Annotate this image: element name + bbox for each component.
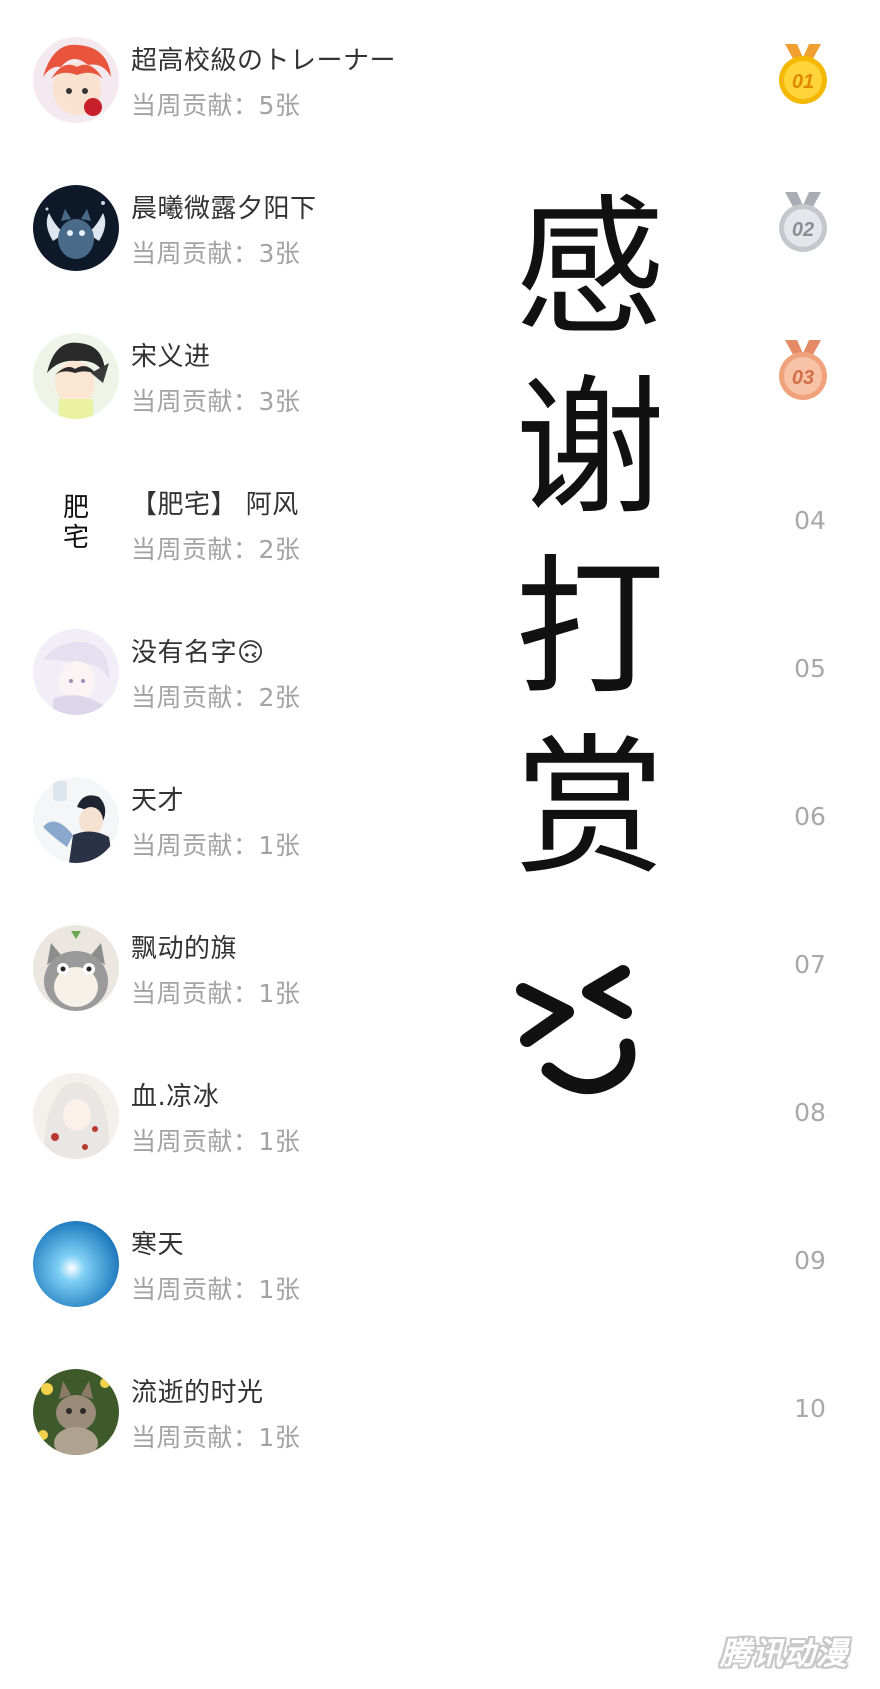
weekly-contribution: 当周贡献：1张 bbox=[131, 1423, 301, 1452]
user-name: 晨曦微露夕阳下 bbox=[131, 194, 317, 224]
calligraphy-char: 感 bbox=[515, 182, 665, 356]
gold-medal-icon: 01 bbox=[775, 44, 831, 112]
weekly-contribution: 当周贡献：1张 bbox=[131, 1275, 301, 1304]
user-name: 血.凉冰 bbox=[131, 1082, 220, 1112]
rank-number: 09 bbox=[794, 1246, 826, 1275]
user-name: 流逝的时光 bbox=[131, 1378, 264, 1408]
avatar[interactable]: 肥宅 bbox=[33, 481, 119, 567]
user-name: 超高校級のトレーナー bbox=[131, 46, 397, 76]
avatar[interactable] bbox=[33, 1221, 119, 1307]
user-name: 没有名字🙃 bbox=[131, 638, 265, 668]
rank-number: 08 bbox=[794, 1098, 826, 1127]
weekly-contribution: 当周贡献：3张 bbox=[131, 387, 301, 416]
calligraphy-char: 打 bbox=[515, 542, 665, 716]
list-item[interactable]: 宋义进 当周贡献：3张 03 bbox=[0, 296, 880, 454]
list-item[interactable]: 没有名字🙃 当周贡献：2张 05 bbox=[0, 592, 880, 750]
watermark-logo: 腾讯动漫 bbox=[720, 1628, 860, 1672]
avatar[interactable] bbox=[33, 37, 119, 123]
medal-rank: 02 bbox=[792, 219, 814, 241]
weekly-contribution: 当周贡献：1张 bbox=[131, 831, 301, 860]
user-name: 飘动的旗 bbox=[131, 934, 238, 964]
rank-number: 07 bbox=[794, 950, 826, 979]
silver-medal-icon: 02 bbox=[775, 192, 831, 260]
list-item[interactable]: 肥宅 【肥宅】 阿风 当周贡献：2张 04 bbox=[0, 444, 880, 602]
list-item[interactable]: 天才 当周贡献：1张 06 bbox=[0, 740, 880, 898]
medal-rank: 03 bbox=[792, 367, 814, 389]
rank-number: 05 bbox=[794, 654, 826, 683]
weekly-contribution: 当周贡献：2张 bbox=[131, 535, 301, 564]
list-item[interactable]: 流逝的时光 当周贡献：1张 10 bbox=[0, 1332, 880, 1490]
user-name: 寒天 bbox=[131, 1230, 185, 1260]
avatar[interactable] bbox=[33, 1073, 119, 1159]
rank-number: 10 bbox=[794, 1394, 826, 1423]
avatar[interactable] bbox=[33, 1369, 119, 1455]
calligraphy-char: 谢 bbox=[515, 362, 665, 536]
user-name: 【肥宅】 阿风 bbox=[131, 490, 299, 520]
rank-number: 04 bbox=[794, 506, 826, 535]
medal-rank: 01 bbox=[792, 71, 814, 93]
avatar[interactable] bbox=[33, 777, 119, 863]
watermark-text: 腾讯动漫 bbox=[720, 1636, 848, 1672]
list-item[interactable]: 飘动的旗 当周贡献：1张 07 bbox=[0, 888, 880, 1046]
list-item[interactable]: 超高校級のトレーナー 当周贡献：5张 01 bbox=[0, 0, 880, 158]
avatar[interactable] bbox=[33, 629, 119, 715]
calligraphy-char: 赏 bbox=[515, 722, 665, 896]
avatar[interactable] bbox=[33, 333, 119, 419]
weekly-contribution: 当周贡献：1张 bbox=[131, 979, 301, 1008]
avatar[interactable] bbox=[33, 185, 119, 271]
weekly-contribution: 当周贡献：1张 bbox=[131, 1127, 301, 1156]
smile-emoticon-icon bbox=[516, 965, 636, 1095]
user-name: 天才 bbox=[131, 786, 185, 816]
avatar-calligraphy: 肥宅 bbox=[62, 493, 89, 553]
rank-number: 06 bbox=[794, 802, 826, 831]
weekly-contribution: 当周贡献：3张 bbox=[131, 239, 301, 268]
avatar[interactable] bbox=[33, 925, 119, 1011]
list-item[interactable]: 寒天 当周贡献：1张 09 bbox=[0, 1184, 880, 1342]
bronze-medal-icon: 03 bbox=[775, 340, 831, 408]
user-name: 宋义进 bbox=[131, 342, 211, 372]
thanks-calligraphy: 感 谢 打 赏 bbox=[505, 150, 675, 1190]
weekly-contribution: 当周贡献：2张 bbox=[131, 683, 301, 712]
weekly-contribution: 当周贡献：5张 bbox=[131, 91, 301, 120]
list-item[interactable]: 晨曦微露夕阳下 当周贡献：3张 02 bbox=[0, 148, 880, 306]
list-item[interactable]: 血.凉冰 当周贡献：1张 08 bbox=[0, 1036, 880, 1194]
